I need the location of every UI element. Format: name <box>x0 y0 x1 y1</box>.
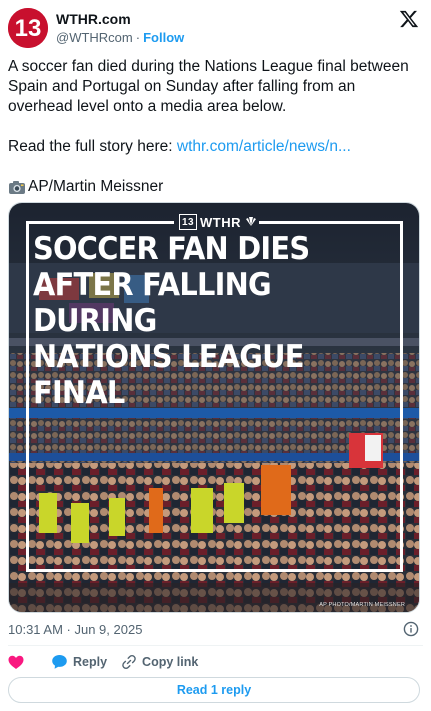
account-name[interactable]: WTHR.com <box>56 11 131 27</box>
headline-line: NATIONS LEAGUE FINAL <box>33 339 305 411</box>
account-handle[interactable]: @WTHRcom <box>56 30 133 45</box>
like-button[interactable] <box>8 655 29 670</box>
avatar[interactable]: 13 <box>8 8 48 48</box>
story-prefix: Read the full story here: <box>8 138 177 155</box>
follow-button[interactable]: Follow <box>143 30 184 45</box>
reply-bubble-icon <box>52 655 67 669</box>
tweet-text: A soccer fan died during the Nations Lea… <box>8 57 423 197</box>
x-logo-icon[interactable] <box>399 9 419 29</box>
peacock-icon <box>246 217 256 226</box>
heart-icon <box>8 655 24 669</box>
media-brand: 13 WTHR <box>179 213 258 231</box>
wthr-logo-icon: 13 <box>8 8 48 48</box>
brand-box: 13 <box>179 214 197 230</box>
headline-line: SOCCER FAN DIES <box>33 231 310 267</box>
media-headline: SOCCER FAN DIES AFTER FALLING DURING NAT… <box>33 231 379 411</box>
reply-label: Reply <box>73 655 108 669</box>
tweet-header: 13 WTHR.com @WTHRcom · Follow <box>8 8 423 48</box>
copy-link-label: Copy link <box>142 655 199 669</box>
copy-link-button[interactable]: Copy link <box>121 654 198 670</box>
photo-credit-text: AP/Martin Meissner <box>28 178 164 195</box>
reply-button[interactable]: Reply <box>51 654 107 670</box>
read-replies-button[interactable]: Read 1 reply <box>8 677 420 703</box>
media-photo-credit: AP PHOTO/MARTIN MEISSNER <box>319 602 405 608</box>
avatar-text: 13 <box>15 15 42 42</box>
info-icon[interactable] <box>403 621 419 637</box>
headline-line: AFTER FALLING DURING <box>33 267 272 339</box>
handle-line: @WTHRcom · Follow <box>56 30 184 45</box>
tweet-timestamp[interactable]: 10:31 AM · Jun 9, 2025 <box>8 622 142 637</box>
media-image[interactable]: 13 WTHR SOCCER FAN DIES AFTER FALLING DUR… <box>8 202 420 613</box>
tweet-body: A soccer fan died during the Nations Lea… <box>8 58 409 115</box>
story-link[interactable]: wthr.com/article/news/n... <box>177 138 351 155</box>
divider <box>8 645 423 646</box>
camera-icon <box>9 180 25 194</box>
brand-name: WTHR <box>200 214 241 230</box>
story-line: Read the full story here: wthr.com/artic… <box>8 137 423 157</box>
credit-line: AP/Martin Meissner <box>8 177 423 197</box>
separator: · <box>135 30 141 45</box>
action-bar: Reply Copy link <box>8 652 423 672</box>
link-icon <box>122 655 136 669</box>
